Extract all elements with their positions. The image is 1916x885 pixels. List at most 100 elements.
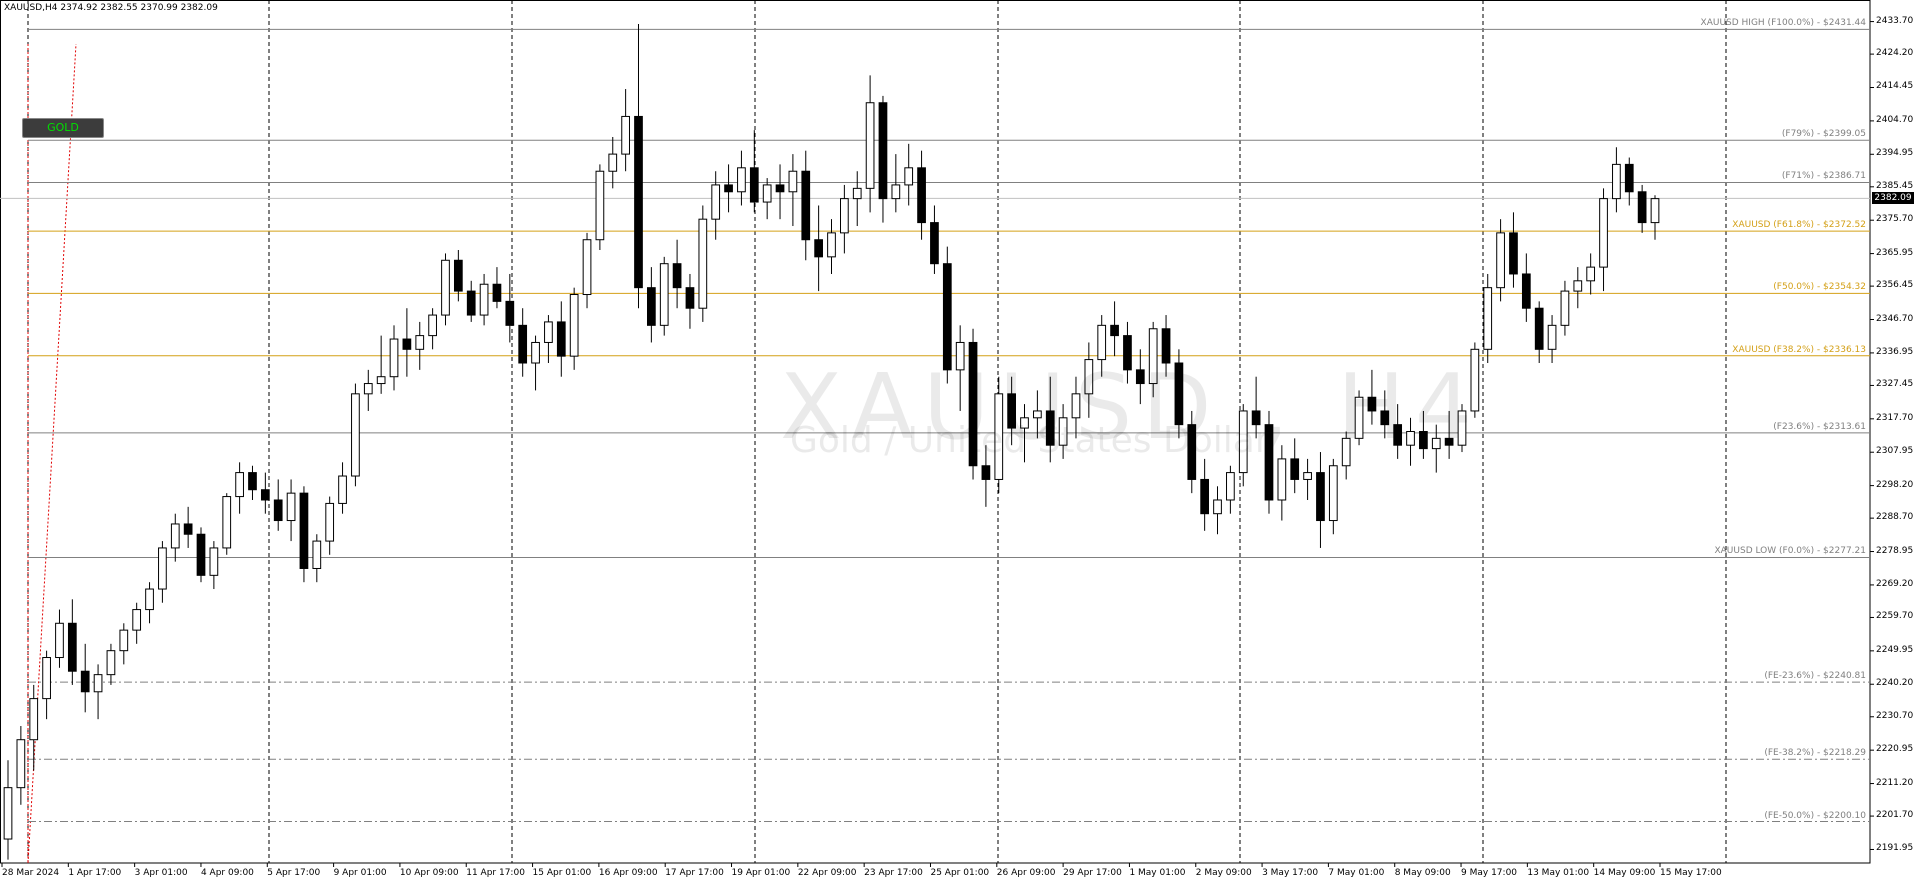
- fib-level-label: (FE-38.2%) - $2218.29: [1764, 748, 1866, 759]
- time-axis-label: 1 Apr 17:00: [68, 868, 122, 878]
- time-axis-label: 14 May 09:00: [1593, 868, 1656, 878]
- candle-bearish: [505, 300, 515, 326]
- price-axis-label: 2414.45: [1876, 81, 1914, 92]
- candle-bullish: [1599, 198, 1608, 268]
- candle-bearish: [466, 290, 476, 316]
- candle-bearish: [518, 324, 528, 364]
- candle-bullish: [1586, 266, 1596, 282]
- time-axis-label: 22 Apr 09:00: [797, 868, 857, 878]
- candle-bearish: [260, 489, 270, 501]
- fib-level-label: (F71%) - $2386.71: [1781, 171, 1866, 182]
- time-axis-label: 17 Apr 17:00: [665, 868, 724, 878]
- candle-bullish: [338, 475, 347, 504]
- candle-bullish: [608, 153, 618, 172]
- candle-bearish: [80, 670, 90, 693]
- candle-bullish: [145, 588, 154, 611]
- time-axis-label: 15 May 17:00: [1660, 868, 1722, 878]
- price-axis-label: 2201.70: [1876, 810, 1914, 821]
- candle-bearish: [1316, 472, 1325, 522]
- candle-bearish: [556, 321, 566, 357]
- time-axis-label: 15 Apr 01:00: [532, 868, 592, 878]
- candle-bullish: [544, 321, 553, 343]
- candle-bullish: [389, 338, 399, 378]
- fib-level-label: (FE-23.6%) - $2240.81: [1764, 671, 1866, 682]
- price-axis-label: 2259.70: [1876, 611, 1914, 622]
- candle-bearish: [749, 167, 759, 203]
- price-axis-label: 2278.95: [1876, 545, 1914, 556]
- candle-bearish: [775, 184, 785, 193]
- candle-bullish: [865, 102, 875, 189]
- time-axis-label: 7 May 01:00: [1328, 868, 1385, 878]
- price-axis-label: 2424.20: [1876, 48, 1914, 59]
- candle-bearish: [402, 338, 412, 350]
- candle-bearish: [248, 472, 257, 491]
- time-axis-label: 28 Mar 2024: [2, 868, 60, 878]
- candle-bullish: [621, 115, 630, 155]
- candle-bearish: [299, 492, 309, 569]
- candle-bearish: [634, 115, 643, 289]
- candle-bearish: [1200, 478, 1210, 515]
- price-axis-label: 2375.70: [1876, 214, 1914, 225]
- candle-bullish: [286, 492, 296, 522]
- watermark-description: Gold / United States Dollar: [790, 420, 1270, 461]
- candle-bearish: [685, 287, 695, 309]
- candle-bullish: [827, 232, 836, 258]
- fib-level-label: (F23.6%) - $2313.61: [1773, 421, 1866, 432]
- time-axis-label: 3 Apr 01:00: [134, 868, 188, 878]
- candle-bullish: [1328, 465, 1338, 522]
- time-axis-label: 13 May 01:00: [1527, 868, 1590, 878]
- candle-bullish: [569, 294, 579, 357]
- price-axis-label: 2307.95: [1876, 446, 1914, 457]
- time-axis-label: 25 Apr 01:00: [930, 868, 990, 878]
- candle-bullish: [441, 259, 450, 316]
- candle-bullish: [1226, 472, 1235, 501]
- price-axis-label: 2404.70: [1876, 114, 1914, 125]
- fib-level-label: XAUUSD LOW (F0.0%) - $2277.21: [1714, 546, 1866, 557]
- price-axis-label: 2191.95: [1876, 843, 1914, 854]
- price-axis-label: 2298.20: [1876, 479, 1914, 490]
- candle-bullish: [158, 547, 167, 590]
- gold-button[interactable]: GOLD: [22, 118, 104, 138]
- candle-bullish: [595, 170, 605, 241]
- candle-bearish: [724, 184, 733, 193]
- fib-level-label: (FE-50.0%) - $2200.10: [1764, 810, 1866, 821]
- candle-bullish: [119, 629, 129, 652]
- candle-bullish: [1560, 290, 1570, 326]
- candle-bearish: [930, 222, 939, 265]
- candle-bullish: [93, 674, 103, 693]
- time-axis-label: 9 May 17:00: [1461, 868, 1518, 878]
- time-axis-label: 8 May 09:00: [1394, 868, 1451, 878]
- fib-level-label: XAUUSD (F38.2%) - $2336.13: [1732, 344, 1866, 355]
- candle-bearish: [942, 263, 952, 371]
- time-axis-label: 16 Apr 09:00: [598, 868, 658, 878]
- price-axis-label: 2288.70: [1876, 512, 1914, 523]
- candle-bullish: [312, 540, 322, 569]
- price-axis-label: 2336.95: [1876, 346, 1914, 357]
- price-axis-label: 2249.95: [1876, 644, 1914, 655]
- candle-bullish: [209, 547, 219, 576]
- candle-bearish: [917, 167, 926, 224]
- candle-bearish: [1624, 163, 1634, 193]
- fib-level-label: (F50.0%) - $2354.32: [1773, 282, 1866, 293]
- time-axis-label: 19 Apr 01:00: [731, 868, 791, 878]
- symbol-header: XAUUSD,H4 2374.92 2382.55 2370.99 2382.0…: [4, 3, 218, 13]
- candle-bullish: [711, 184, 721, 220]
- fib-level-label: XAUUSD (F61.8%) - $2372.52: [1732, 220, 1866, 231]
- candle-bullish: [788, 170, 798, 193]
- time-axis-label: 4 Apr 09:00: [200, 868, 254, 878]
- candle-bullish: [479, 283, 489, 316]
- candle-bullish: [235, 472, 244, 498]
- candle-bullish: [698, 218, 708, 309]
- candle-bearish: [1110, 324, 1119, 337]
- candle-bullish: [659, 263, 669, 326]
- candle-bullish: [1547, 324, 1557, 350]
- candle-bullish: [1612, 163, 1621, 200]
- candle-bullish: [106, 650, 116, 676]
- candle-bearish: [1290, 458, 1300, 480]
- time-axis-label: 1 May 01:00: [1129, 868, 1186, 878]
- candle-bullish: [1277, 458, 1287, 501]
- price-axis-label: 2433.70: [1876, 15, 1914, 26]
- candle-bearish: [492, 283, 502, 302]
- candle-bullish: [1496, 232, 1505, 289]
- candle-bullish: [351, 393, 360, 477]
